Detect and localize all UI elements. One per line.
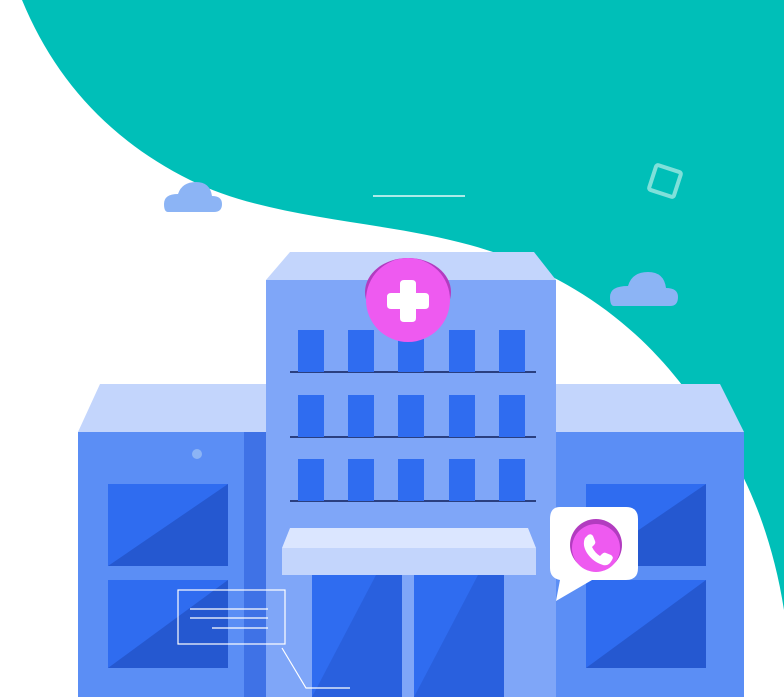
entrance-canopy-front [282,548,536,575]
left-window-bottom [108,580,228,668]
hospital-illustration [0,0,784,697]
entrance-door-right [414,575,504,697]
entrance-canopy-top [282,528,536,548]
illustration-canvas [22,0,784,697]
left-window-top [108,484,228,566]
left-wing [78,384,268,697]
left-wing-light [192,449,202,459]
right-wing-roof [554,384,744,432]
left-wing-side [244,432,268,697]
left-wing-roof [78,384,268,432]
entrance-door-left [312,575,402,697]
right-window-bottom [586,580,706,668]
